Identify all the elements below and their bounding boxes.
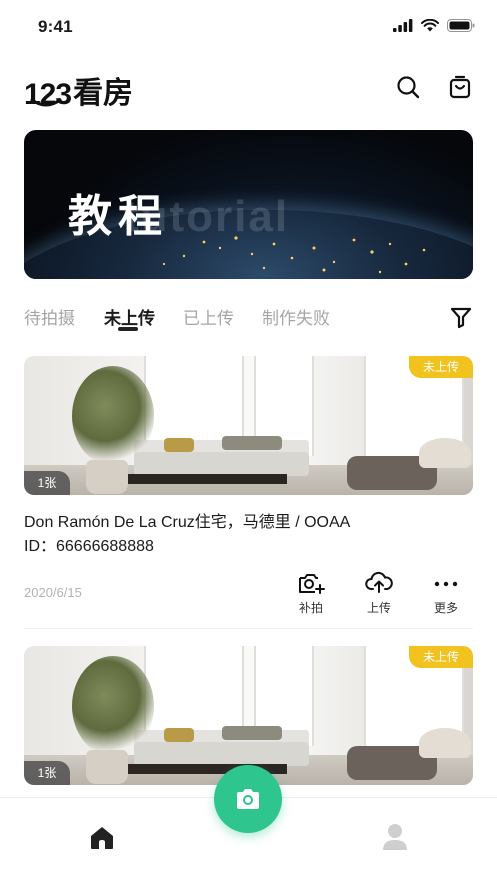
photo-table: [119, 474, 287, 484]
camera-button[interactable]: [214, 765, 282, 833]
bag-button[interactable]: [447, 74, 473, 100]
photo-count-badge: 1张: [24, 471, 70, 495]
shopping-bag-icon: [449, 75, 471, 99]
property-title: Don Ramón De La Cruz住宅，马德里 / OOAA: [24, 514, 351, 531]
status-bar: 9:41: [0, 0, 497, 56]
upload-label: 上传: [366, 601, 391, 615]
tab-uploaded[interactable]: 已上传: [183, 304, 234, 329]
card-date: 2020/6/15: [24, 585, 82, 600]
filter-icon[interactable]: [449, 305, 473, 329]
tab-pending-shoot[interactable]: 待拍摄: [24, 304, 75, 329]
reshoot-label: 补拍: [298, 601, 323, 615]
card-footer: 2020/6/15 补拍 上传 更多: [24, 569, 473, 629]
tutorial-banner[interactable]: tutorial 教程: [24, 130, 473, 279]
upload-status-badge: 未上传: [408, 356, 473, 378]
logo-text: 看房: [73, 77, 134, 110]
photo-sofa-seat: [134, 452, 309, 476]
upload-button[interactable]: 上传: [359, 571, 399, 616]
signal-icon: [393, 19, 413, 32]
photo-pillow: [222, 726, 282, 740]
more-icon: [434, 581, 458, 587]
battery-icon: [447, 19, 475, 32]
photo-pillow: [164, 728, 194, 742]
property-id: ID：66666688888: [24, 538, 154, 555]
header-actions: [395, 74, 473, 100]
camera-add-icon: [299, 574, 325, 594]
reshoot-button[interactable]: 补拍: [291, 571, 331, 616]
upload-status-badge: 未上传: [408, 646, 473, 668]
home-icon[interactable]: [88, 824, 116, 852]
search-icon: [397, 76, 420, 99]
status-tabs: 待拍摄 未上传 已上传 制作失败: [24, 300, 473, 340]
status-icons: [393, 19, 475, 32]
tab-failed[interactable]: 制作失败: [262, 304, 330, 329]
photo-pot: [86, 460, 128, 494]
logo-smile-icon: [30, 98, 62, 107]
active-tab-indicator: [118, 327, 138, 331]
banner-title: 教程: [68, 192, 168, 241]
photo-pot: [86, 750, 128, 784]
photo-plant: [72, 366, 154, 466]
more-button[interactable]: 更多: [426, 571, 466, 616]
property-card[interactable]: 未上传 1张 Don Ramón De La Cruz住宅，马德里 / OOAA…: [24, 356, 473, 629]
photo-lamp: [419, 438, 471, 468]
photo-pillow: [164, 438, 194, 452]
photo-plant: [72, 656, 154, 756]
wifi-icon: [421, 19, 439, 32]
search-button[interactable]: [395, 74, 421, 100]
property-photo[interactable]: 未上传 1张: [24, 356, 473, 495]
profile-icon[interactable]: [381, 822, 409, 852]
camera-icon: [237, 789, 259, 809]
more-label: 更多: [433, 601, 458, 615]
app-logo: 123 看房: [24, 68, 133, 112]
tab-not-uploaded[interactable]: 未上传: [104, 304, 155, 329]
status-time: 9:41: [38, 17, 73, 36]
cloud-upload-icon: [365, 571, 393, 593]
photo-count-badge: 1张: [24, 761, 70, 785]
app-header: 123 看房: [24, 64, 473, 114]
photo-pillow: [222, 436, 282, 450]
photo-lamp: [419, 728, 471, 758]
photo-sofa-seat: [134, 742, 309, 766]
